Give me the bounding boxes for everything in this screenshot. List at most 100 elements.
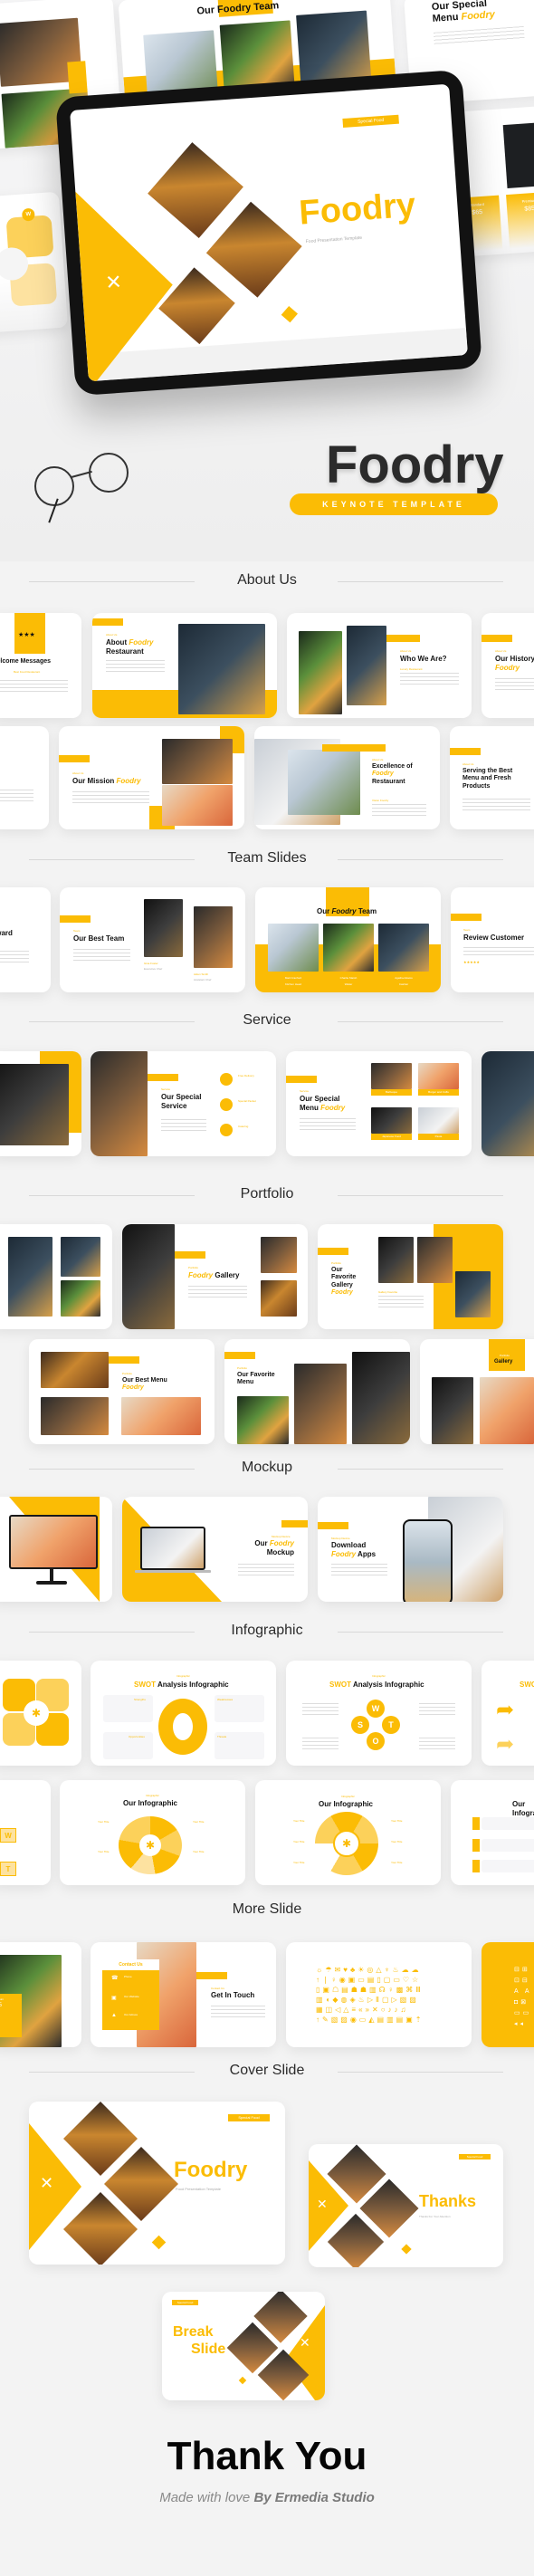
accent-bar bbox=[196, 1972, 227, 1979]
slide-gallery-right[interactable]: Portfolio Gallery bbox=[420, 1339, 534, 1444]
body-text bbox=[302, 1738, 339, 1750]
small-diamond bbox=[281, 305, 299, 323]
slide-chef-kitchen[interactable] bbox=[0, 1051, 81, 1156]
slide-pricing-premium[interactable]: Premium $85 bbox=[0, 1942, 81, 2047]
stars-icon: ★★★ bbox=[18, 632, 35, 638]
slide-our-history[interactable]: About Us Our History Foodry bbox=[482, 613, 534, 718]
pancake-photo bbox=[8, 1237, 52, 1317]
body-text bbox=[0, 951, 29, 963]
accent-bar bbox=[60, 915, 91, 923]
break-title: Break Slide bbox=[173, 2324, 226, 2357]
pricing-card-premium: Premium $85 bbox=[506, 191, 534, 249]
slide-title: Download Foodry Apps bbox=[331, 1541, 377, 1558]
slide-cover-main[interactable]: ✕ Special Food Foodry Food Presentation … bbox=[29, 2102, 285, 2265]
slide-special-service[interactable]: Service Our Special Service Free Deliver… bbox=[91, 1051, 276, 1156]
special-food-badge: Special Food bbox=[228, 2114, 270, 2121]
section-title: More Slide bbox=[232, 1901, 302, 1917]
accent-bar bbox=[109, 1356, 139, 1364]
slide-excellence[interactable]: About Us Excellence of Foodry Restaurant V… bbox=[254, 726, 440, 829]
member-name: Agatha Adams bbox=[395, 976, 413, 980]
glasses-decoration bbox=[34, 448, 134, 523]
slide-infographic-semicircle[interactable]: Infographic Our Infographic ✱ Your Title… bbox=[255, 1780, 441, 1885]
body-text bbox=[72, 791, 149, 804]
accent-bar bbox=[59, 755, 90, 762]
slide-title: Our Foodry Team bbox=[317, 907, 377, 915]
accent-bar bbox=[451, 914, 482, 921]
slide-get-in-touch[interactable]: Contact Us ☎ Phone ▣ Our Website ▲ Our A… bbox=[91, 1942, 276, 2047]
slide-foodry-gallery[interactable]: Portfolio Foodry Gallery bbox=[122, 1224, 308, 1329]
section-header-infographic: Infographic bbox=[0, 1621, 534, 1642]
list-marker bbox=[472, 1860, 480, 1872]
slide-favorite-menu[interactable]: Portfolio Our Favorite Menu bbox=[224, 1339, 410, 1444]
body-text bbox=[400, 673, 459, 685]
item-title: Your Title bbox=[391, 1861, 403, 1864]
slide-infographic-radial[interactable]: Infographic Our Infographic Your Title Y… bbox=[60, 1780, 245, 1885]
slide-title: About Foodry Restaurant bbox=[106, 638, 154, 656]
slide-kicker: Team bbox=[344, 903, 351, 906]
menu-label: Pasta bbox=[418, 1134, 459, 1140]
food-photo bbox=[261, 1280, 297, 1317]
slide-swot-arrows[interactable]: SWOT ➦ ➦ bbox=[482, 1661, 534, 1766]
cover-subtitle: Food Presentation Template bbox=[176, 2187, 221, 2191]
slide-pancake[interactable] bbox=[482, 1051, 534, 1156]
slide-welcome[interactable]: ★★★ Welcome Messages Best Food Restauran… bbox=[0, 613, 81, 718]
monitor-base bbox=[36, 1581, 67, 1585]
slide-swot-ring[interactable]: Infographic SWOT Analysis Infographic St… bbox=[91, 1661, 276, 1766]
slide-who-we-are[interactable]: About Us Who We Are? Luxury Restaurant bbox=[287, 613, 472, 718]
slide-review-customer[interactable]: Team Review Customer ★★★★★ bbox=[451, 887, 534, 992]
section-title: Cover Slide bbox=[229, 2063, 305, 2078]
slide-our-mission[interactable]: About Us Our Mission Foodry bbox=[59, 726, 244, 829]
menu-label: Barbeque bbox=[371, 1089, 412, 1096]
website-icon: ▣ bbox=[111, 1996, 117, 2001]
slide-title: Our Infographic bbox=[123, 1799, 177, 1807]
slide-reward[interactable]: Reward bbox=[0, 887, 51, 992]
contact-item: Our Adress bbox=[124, 2013, 138, 2016]
body-text bbox=[73, 949, 130, 962]
tablet-subtitle: Food Presentation Template bbox=[305, 235, 363, 245]
slide-kicker: Service bbox=[300, 1089, 310, 1093]
slide-title: Our Special Menu Foodry bbox=[300, 1095, 346, 1112]
item-title: Your Title bbox=[293, 1861, 305, 1864]
slide-foodry-team[interactable]: Team Our Foodry Team Matt Cranford Kitch… bbox=[255, 887, 441, 992]
slide-serving-best[interactable]: About Us Serving the Best Menu and Fresh… bbox=[450, 726, 534, 829]
catering-icon bbox=[220, 1124, 233, 1136]
body-text bbox=[463, 947, 534, 956]
accent-bar bbox=[450, 748, 481, 755]
pizza-photo bbox=[205, 201, 302, 298]
contact-item: Our Website bbox=[124, 1995, 139, 1998]
team-photo bbox=[268, 924, 319, 972]
slide-swot-circles[interactable]: Infographic SWOT Analysis Infographic W … bbox=[286, 1661, 472, 1766]
salad-photo bbox=[299, 631, 342, 714]
slide-portfolio-grid[interactable] bbox=[0, 1224, 112, 1329]
slide-partial-left[interactable]: y bbox=[0, 726, 49, 829]
slide-icon-set[interactable]: ☼☂✉♥♣☀◎△♆♨☁☁ ↑❘♀◉▣▭▤▯▢▭♡☆ ▯▣☖▤☗☗▥☊♀▩⌘Ⅲ ▥◖◆◍… bbox=[286, 1942, 472, 2047]
slide-about-foodry[interactable]: About Us About Foodry Restaurant bbox=[92, 613, 277, 718]
credit-line: Made with love By Ermedia Studio bbox=[159, 2490, 375, 2505]
slide-hex-swot[interactable]: ic W T bbox=[0, 1780, 51, 1885]
section-header-cover: Cover Slide bbox=[0, 2061, 534, 2083]
member-role: Waiter bbox=[344, 982, 353, 986]
slide-cover-break[interactable]: ✕ Special Food Break Slide bbox=[162, 2292, 325, 2400]
slide-icon-set-yellow[interactable]: ⊟⊞ ⊡⊟ A A ◘⊠ ▭▭ ◂◂ bbox=[482, 1942, 534, 2047]
slide-special-menu[interactable]: Service Our Special Menu Foodry Barbeque … bbox=[286, 1051, 472, 1156]
slide-favorite-gallery[interactable]: Portfolio Our Favorite Gallery Foodry Gal… bbox=[318, 1224, 503, 1329]
section-header-about: About Us bbox=[0, 570, 534, 592]
swot-label: Weaknesses bbox=[217, 1698, 234, 1701]
slide-cover-thanks[interactable]: ✕ Special Food Thanks Thanks For Your At… bbox=[309, 2144, 503, 2267]
slide-title: Excellence of Foodry Restaurant bbox=[372, 763, 413, 785]
slide-laptop-mockup[interactable]: Mockup Device Our Foodry Mockup bbox=[122, 1497, 308, 1602]
slide-swot-flower[interactable]: ✱ bbox=[0, 1661, 81, 1766]
slide-monitor-mockup[interactable] bbox=[0, 1497, 112, 1602]
list-marker bbox=[472, 1817, 480, 1830]
slide-best-menu[interactable]: Portfolio Our Best Menu Foodry bbox=[29, 1339, 215, 1444]
member-role: Kitchen Head bbox=[284, 982, 301, 986]
slide-infographic-list[interactable]: Our Infographic bbox=[451, 1780, 534, 1885]
laptop-base bbox=[135, 1570, 211, 1573]
menu-photo bbox=[371, 1107, 412, 1134]
slide-best-team[interactable]: Team Our Best Team Gina Foster Executive… bbox=[60, 887, 245, 992]
item-title: Your Title bbox=[293, 1819, 305, 1823]
slide-phone-mockup[interactable]: Mockup Device Download Foodry Apps bbox=[318, 1497, 503, 1602]
restaurant-photo bbox=[122, 1224, 175, 1329]
accent-bar bbox=[175, 1251, 205, 1259]
special-food-badge: Special Food bbox=[172, 2300, 198, 2305]
